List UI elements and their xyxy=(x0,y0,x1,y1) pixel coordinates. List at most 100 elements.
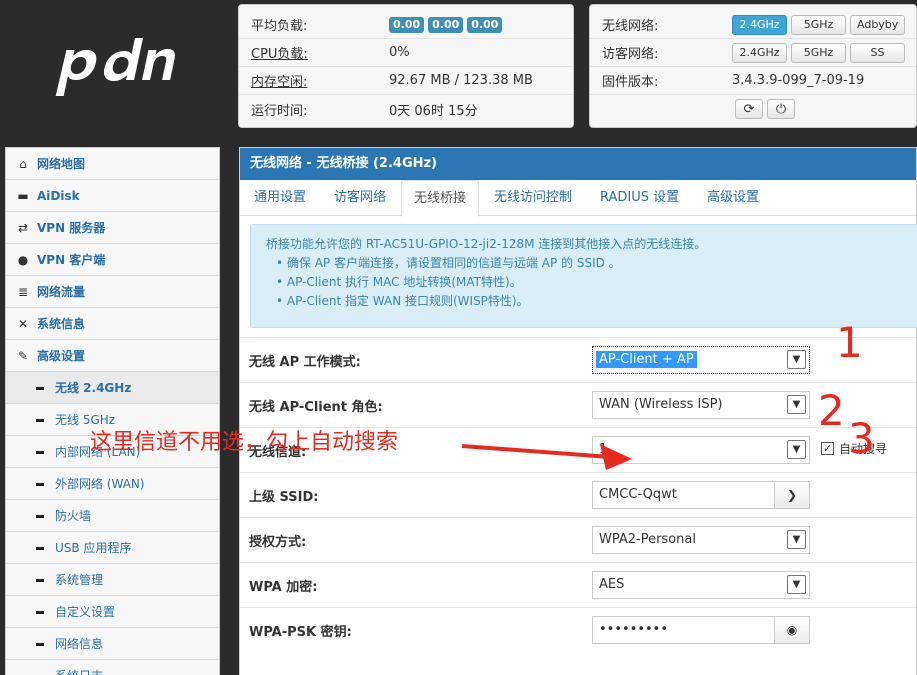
annotation-number-1: 1 xyxy=(836,318,863,367)
wrench-icon: ✎ xyxy=(17,348,29,363)
info-bullet: • 确保 AP 客户端连接，请设置相同的信道与远端 AP 的 SSID 。 xyxy=(276,256,621,270)
wireless-status-panel: 无线网络: 2.4GHz 5GHz Adbyby 访客网络: 2.4GHz 5G… xyxy=(589,4,917,128)
annotation-number-3: 3 xyxy=(848,414,875,463)
info-bullet: • AP-Client 指定 WAN 接口规则(WISP特性)。 xyxy=(276,294,529,308)
role-label: 无线 AP-Client 角色: xyxy=(249,400,383,415)
sidebar-item-traffic[interactable]: ≣ 网络流量 xyxy=(6,276,219,308)
mode-label: 无线 AP 工作模式: xyxy=(249,355,361,370)
enc-label: WPA 加密: xyxy=(249,580,318,595)
dash-icon xyxy=(36,611,44,614)
pdcn-logo xyxy=(55,38,175,96)
cpu-load-link[interactable]: CPU负载: xyxy=(251,43,308,62)
system-status-panel: 平均负载: 0.00 0.00 0.00 CPU负载: 0% 内存空闲: 92.… xyxy=(238,4,574,128)
sidebar-sub-syslog[interactable]: 系统日志 xyxy=(6,660,219,675)
sidebar-item-label: 高级设置 xyxy=(37,349,86,363)
sidebar-item-vpn-client[interactable]: ● VPN 客户端 xyxy=(6,244,219,276)
action-buttons: ⟳ ⏻ xyxy=(735,99,795,119)
dash-icon xyxy=(36,483,44,486)
avg-load-label: 平均负载: xyxy=(251,19,308,34)
ssid-dropdown-button[interactable]: ❯ xyxy=(775,481,810,509)
psk-group: ••••••••• ◉ xyxy=(592,616,810,644)
sidebar-sub-label: 系统日志 xyxy=(55,667,103,675)
refresh-icon[interactable]: ⟳ xyxy=(735,99,763,119)
dash-icon xyxy=(36,579,44,582)
guest-row: 访客网络: 2.4GHz 5GHz SS xyxy=(590,39,916,67)
memory-free-link[interactable]: 内存空闲: xyxy=(251,71,307,90)
memory-row: 内存空闲: 92.67 MB / 123.38 MB xyxy=(239,67,573,95)
main-panel: 无线网络 - 无线桥接 (2.4GHz) 通用设置 访客网络 无线桥接 无线访问… xyxy=(239,147,917,675)
sidebar-item-aidisk[interactable]: ▬ AiDisk xyxy=(6,180,219,212)
ss-button[interactable]: SS xyxy=(850,42,905,63)
dash-icon xyxy=(36,547,44,550)
shuffle-icon: ✕ xyxy=(17,316,29,331)
enc-select[interactable]: AES ▼ xyxy=(592,571,810,599)
guest-buttons: 2.4GHz 5GHz SS xyxy=(732,42,905,63)
sidebar-sub-label: 外部网络 (WAN) xyxy=(55,477,145,491)
guest-label: 访客网络: xyxy=(602,47,659,62)
role-row: 无线 AP-Client 角色: WAN (Wireless ISP) ▼ xyxy=(240,382,916,426)
sidebar-sub-netinfo[interactable]: 网络信息 xyxy=(6,628,219,660)
dash-icon xyxy=(36,643,44,646)
psk-input[interactable]: ••••••••• xyxy=(592,616,775,644)
page-title: 无线网络 - 无线桥接 (2.4GHz) xyxy=(240,148,916,180)
sidebar-item-advanced[interactable]: ✎ 高级设置 xyxy=(6,340,219,372)
sidebar-sub-admin[interactable]: 系统管理 xyxy=(6,564,219,596)
adbyby-button[interactable]: Adbyby xyxy=(850,14,905,35)
eye-icon[interactable]: ◉ xyxy=(775,616,810,644)
tab-advanced[interactable]: 高级设置 xyxy=(695,180,771,216)
sidebar-item-label: AiDisk xyxy=(37,188,80,203)
guest-2g-button[interactable]: 2.4GHz xyxy=(732,42,787,63)
action-row: ⟳ ⏻ xyxy=(590,95,916,123)
tab-general[interactable]: 通用设置 xyxy=(242,180,318,216)
mode-select[interactable]: AP-Client + AP ▼ xyxy=(592,346,810,374)
tab-bridge[interactable]: 无线桥接 xyxy=(401,180,480,217)
cpu-row: CPU负载: 0% xyxy=(239,39,573,67)
sidebar-sub-usb[interactable]: USB 应用程序 xyxy=(6,532,219,564)
auth-select[interactable]: WPA2-Personal ▼ xyxy=(592,526,810,554)
firmware-version[interactable]: 3.4.3.9-099_7-09-19 xyxy=(732,73,864,88)
auto-search-checkbox[interactable]: ✓ xyxy=(821,442,834,455)
ssid-row: 上级 SSID: CMCC-Qqwt ❯ xyxy=(240,472,916,516)
dash-icon xyxy=(36,387,44,390)
uptime-value: 0天 06时 15分 xyxy=(389,103,478,119)
role-select[interactable]: WAN (Wireless ISP) ▼ xyxy=(592,391,810,419)
globe-icon: ● xyxy=(17,252,29,267)
firmware-label: 固件版本: xyxy=(602,75,659,90)
sidebar-item-system-info[interactable]: ✕ 系统信息 xyxy=(6,308,219,340)
uptime-label: 运行时间: xyxy=(251,103,308,119)
tab-bar: 通用设置 访客网络 无线桥接 无线访问控制 RADIUS 设置 高级设置 xyxy=(240,180,916,217)
sidebar-sub-custom[interactable]: 自定义设置 xyxy=(6,596,219,628)
home-icon: ⌂ xyxy=(19,156,27,171)
wireless-5g-button[interactable]: 5GHz xyxy=(791,14,846,35)
avg-load-row: 平均负载: 0.00 0.00 0.00 xyxy=(239,11,573,39)
firmware-row: 固件版本: 3.4.3.9-099_7-09-19 xyxy=(590,67,916,95)
sidebar-sub-wireless-24[interactable]: 无线 2.4GHz xyxy=(6,372,219,404)
tab-guest[interactable]: 访客网络 xyxy=(322,180,398,216)
info-box: 桥接功能允许您的 RT-AC51U-GPIO-12-ji2-128M 连接到其他… xyxy=(250,224,917,328)
cpu-value: 0% xyxy=(389,45,410,60)
mode-value: AP-Client + AP xyxy=(596,351,697,368)
power-icon[interactable]: ⏻ xyxy=(767,99,795,119)
sidebar-sub-wan[interactable]: 外部网络 (WAN) xyxy=(6,468,219,500)
wireless-2g-button[interactable]: 2.4GHz xyxy=(732,14,787,35)
sidebar-item-network-map[interactable]: ⌂ 网络地图 xyxy=(6,148,219,180)
sidebar-item-vpn-server[interactable]: ⇄ VPN 服务器 xyxy=(6,212,219,244)
sidebar-sub-firewall[interactable]: 防火墙 xyxy=(6,500,219,532)
tab-radius[interactable]: RADIUS 设置 xyxy=(588,180,691,216)
enc-value: AES xyxy=(599,577,625,592)
role-value: WAN (Wireless ISP) xyxy=(599,397,723,412)
wireless-label: 无线网络: xyxy=(602,19,659,34)
info-intro: 桥接功能允许您的 RT-AC51U-GPIO-12-ji2-128M 连接到其他… xyxy=(266,237,707,251)
ssid-input[interactable]: CMCC-Qqwt xyxy=(592,481,775,509)
sidebar-item-label: VPN 服务器 xyxy=(37,221,106,235)
tab-access-control[interactable]: 无线访问控制 xyxy=(482,180,584,216)
guest-5g-button[interactable]: 5GHz xyxy=(791,42,846,63)
annotation-number-2: 2 xyxy=(818,386,845,435)
sidebar-sub-label: 系统管理 xyxy=(55,573,104,587)
memory-value: 92.67 MB / 123.38 MB xyxy=(389,73,533,88)
chevron-down-icon: ❯ xyxy=(786,488,798,502)
psk-label: WPA-PSK 密钥: xyxy=(249,625,352,640)
chevron-down-icon: ▼ xyxy=(787,395,806,414)
uptime-row: 运行时间: 0天 06时 15分 xyxy=(239,95,573,123)
disk-icon: ▬ xyxy=(17,188,29,203)
